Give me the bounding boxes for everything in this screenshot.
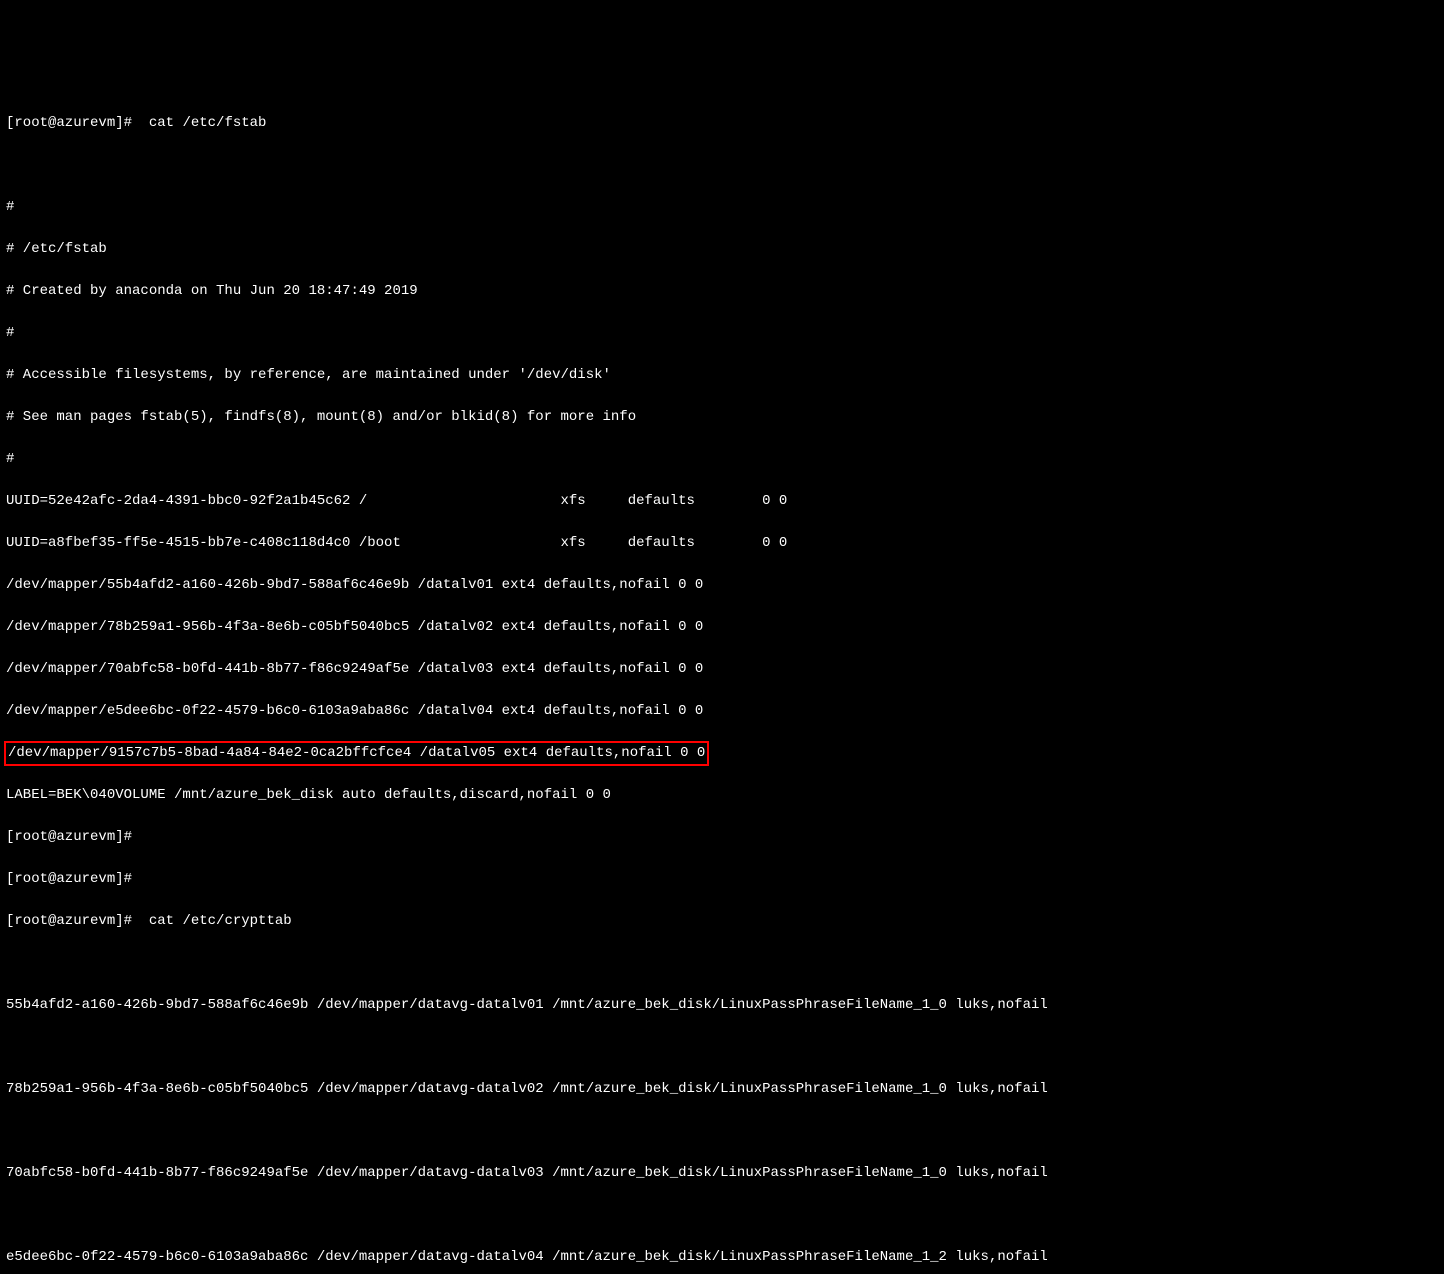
- blank-line: [6, 155, 1438, 176]
- fstab-output: /dev/mapper/78b259a1-956b-4f3a-8e6b-c05b…: [6, 617, 1438, 638]
- cmd-line-crypttab: [root@azurevm]# cat /etc/crypttab: [6, 911, 1438, 932]
- fstab-output: UUID=a8fbef35-ff5e-4515-bb7e-c408c118d4c…: [6, 533, 1438, 554]
- fstab-output: /dev/mapper/70abfc58-b0fd-441b-8b77-f86c…: [6, 659, 1438, 680]
- blank-line: [6, 1037, 1438, 1058]
- fstab-output: # See man pages fstab(5), findfs(8), mou…: [6, 407, 1438, 428]
- fstab-output: UUID=52e42afc-2da4-4391-bbc0-92f2a1b45c6…: [6, 491, 1438, 512]
- blank-line: [6, 1121, 1438, 1142]
- fstab-output: #: [6, 449, 1438, 470]
- fstab-highlighted-line: /dev/mapper/9157c7b5-8bad-4a84-84e2-0ca2…: [6, 743, 1438, 764]
- crypttab-output: e5dee6bc-0f22-4579-b6c0-6103a9aba86c /de…: [6, 1247, 1438, 1268]
- fstab-output: LABEL=BEK\040VOLUME /mnt/azure_bek_disk …: [6, 785, 1438, 806]
- cmd-line-fstab: [root@azurevm]# cat /etc/fstab: [6, 113, 1438, 134]
- crypttab-output: 70abfc58-b0fd-441b-8b77-f86c9249af5e /de…: [6, 1163, 1438, 1184]
- blank-line: [6, 953, 1438, 974]
- shell-prompt: [root@azurevm]#: [6, 913, 132, 929]
- shell-prompt-line: [root@azurevm]#: [6, 827, 1438, 848]
- shell-prompt: [root@azurevm]#: [6, 115, 132, 131]
- shell-prompt-line: [root@azurevm]#: [6, 869, 1438, 890]
- fstab-output: # Created by anaconda on Thu Jun 20 18:4…: [6, 281, 1438, 302]
- crypttab-output: 55b4afd2-a160-426b-9bd7-588af6c46e9b /de…: [6, 995, 1438, 1016]
- command-text: cat /etc/crypttab: [149, 913, 292, 929]
- command-text: cat /etc/fstab: [149, 115, 267, 131]
- blank-line: [6, 1205, 1438, 1226]
- highlight-annotation: /dev/mapper/9157c7b5-8bad-4a84-84e2-0ca2…: [4, 741, 709, 766]
- terminal-output[interactable]: [root@azurevm]# cat /etc/fstab # # /etc/…: [6, 92, 1438, 1274]
- crypttab-output: 78b259a1-956b-4f3a-8e6b-c05bf5040bc5 /de…: [6, 1079, 1438, 1100]
- fstab-output: /dev/mapper/e5dee6bc-0f22-4579-b6c0-6103…: [6, 701, 1438, 722]
- fstab-output: /dev/mapper/55b4afd2-a160-426b-9bd7-588a…: [6, 575, 1438, 596]
- fstab-output: #: [6, 323, 1438, 344]
- fstab-output: #: [6, 197, 1438, 218]
- fstab-output: # Accessible filesystems, by reference, …: [6, 365, 1438, 386]
- fstab-output: # /etc/fstab: [6, 239, 1438, 260]
